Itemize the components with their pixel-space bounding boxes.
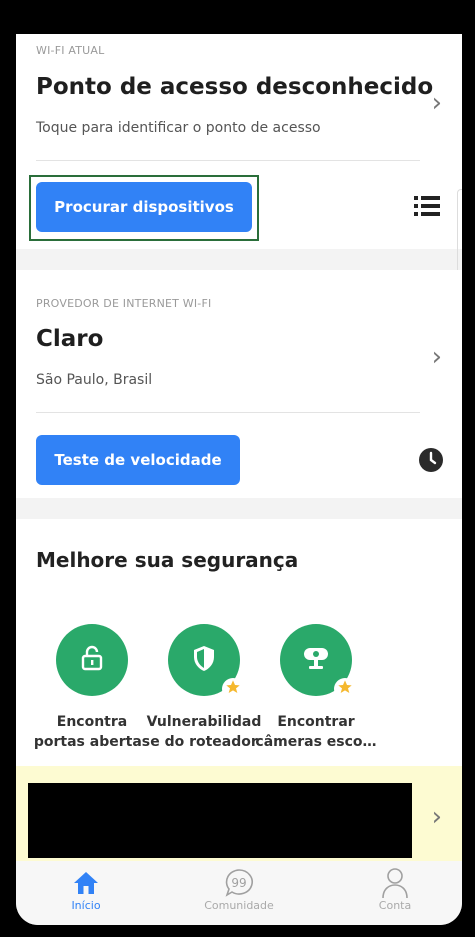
promo-banner[interactable]: ›: [16, 766, 462, 861]
feature-label: Encontrar câmeras esco…: [254, 712, 378, 752]
tab-home[interactable]: Início: [36, 867, 136, 912]
tab-label: Comunidade: [204, 899, 274, 912]
access-point-title: Ponto de acesso desconhecido: [36, 74, 434, 100]
lock-icon: [80, 645, 104, 675]
user-icon: [345, 867, 445, 899]
divider: [36, 160, 420, 161]
home-icon: [36, 867, 136, 899]
current-wifi-label: WI-FI ATUAL: [36, 44, 105, 57]
star-icon: [337, 679, 353, 699]
isp-location: São Paulo, Brasil: [36, 372, 153, 388]
bottom-tab-bar: Início 99 Comunidade Conta: [16, 861, 462, 925]
clock-icon[interactable]: [418, 447, 444, 477]
feature-icon-circle: [280, 624, 356, 700]
divider: [36, 412, 420, 413]
security-title: Melhore sua segurança: [36, 548, 299, 572]
feature-open-ports[interactable]: Encontra portas abertas: [30, 624, 154, 752]
chat-icon: 99: [189, 867, 289, 899]
chevron-right-icon: ›: [431, 342, 442, 372]
premium-badge: [334, 678, 356, 700]
list-icon[interactable]: [414, 195, 440, 221]
shield-icon: [192, 644, 216, 676]
feature-router-vulnerability[interactable]: Vulnerabilidad e do roteador: [142, 624, 266, 752]
feature-label: Encontra portas abertas: [30, 712, 154, 752]
redacted-content: [28, 783, 412, 858]
feature-label-line1: Encontrar: [277, 714, 355, 730]
app-screen: WI-FI ATUAL Ponto de acesso desconhecido…: [16, 34, 462, 925]
tab-account[interactable]: Conta: [345, 867, 445, 912]
isp-name: Claro: [36, 326, 104, 352]
feature-label-line2: e do roteador: [150, 734, 258, 750]
star-icon: [225, 679, 241, 699]
highlight-box: [29, 175, 259, 241]
feature-label-line2: portas abertas: [33, 734, 151, 750]
svg-text:99: 99: [231, 876, 246, 890]
feature-icon-circle: [56, 624, 128, 696]
tab-community[interactable]: 99 Comunidade: [189, 867, 289, 912]
feature-label: Vulnerabilidad e do roteador: [142, 712, 266, 752]
feature-hidden-cameras[interactable]: Encontrar câmeras esco…: [254, 624, 378, 752]
feature-label-line1: Vulnerabilidad: [146, 714, 262, 730]
camera-icon: [302, 645, 330, 675]
access-point-subtitle: Toque para identificar o ponto de acesso: [36, 120, 321, 136]
tab-label: Início: [71, 899, 101, 912]
chevron-right-icon: ›: [431, 802, 442, 832]
phone-frame: WI-FI ATUAL Ponto de acesso desconhecido…: [9, 6, 469, 932]
feature-icon-circle: [168, 624, 244, 700]
chevron-right-icon: ›: [431, 88, 442, 118]
tab-label: Conta: [378, 899, 412, 912]
speed-test-button[interactable]: Teste de velocidade: [36, 435, 240, 485]
feature-label-line1: Encontra: [56, 714, 128, 730]
feature-label-line2: câmeras esco…: [255, 734, 377, 750]
isp-section-label: PROVEDOR DE INTERNET WI-FI: [36, 297, 212, 310]
premium-badge: [222, 678, 244, 700]
isp-card: PROVEDOR DE INTERNET WI-FI Claro São Pau…: [16, 270, 462, 498]
